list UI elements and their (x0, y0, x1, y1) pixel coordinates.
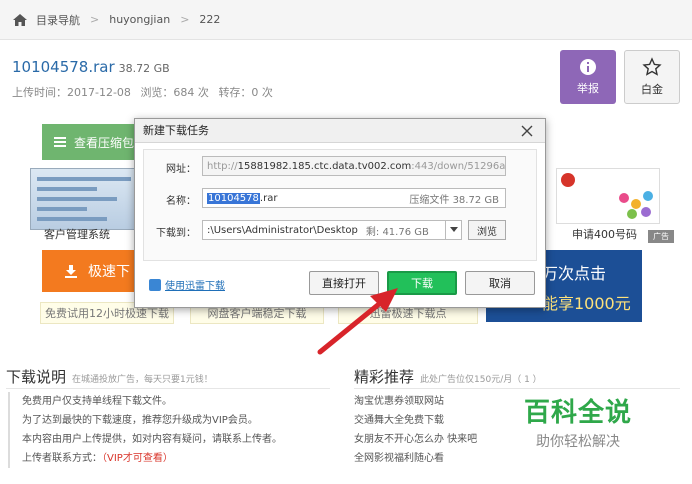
notes-line: 免费用户仅支持单线程下载文件。 (22, 396, 172, 407)
name-selected-text: 10104578 (207, 192, 260, 204)
telecom-ad-image[interactable] (556, 168, 660, 224)
dialog-title: 新建下载任务 (135, 119, 545, 143)
watermark-title: 百科全说 (523, 398, 632, 428)
fast-download-label: 极速下 (88, 264, 130, 280)
notes-line: 为了达到最快的下载速度，推荐您升级成为VIP会员。 (22, 415, 258, 426)
breadcrumb-home[interactable]: 目录导航 (36, 12, 80, 28)
uploader-contact: 上传者联系方式：（VIP才可查看） (22, 449, 328, 468)
watermark-subtitle: 助你轻松解决 (536, 434, 620, 450)
contact-label: 上传者联系方式： (22, 453, 102, 464)
caret-down-icon (449, 227, 458, 232)
xunlei-icon (149, 278, 161, 291)
download-icon (65, 265, 77, 278)
name-label: 名称： (166, 196, 196, 207)
fast-download-button[interactable]: 极速下 (42, 250, 142, 292)
download-notes-list: 免费用户仅支持单线程下载文件。 为了达到最快的下载速度，推荐您升级成为VIP会员… (8, 392, 328, 468)
use-xunlei-link[interactable]: 使用迅雷下载 (149, 277, 225, 292)
breadcrumb-separator: > (180, 13, 190, 26)
recommend-list: 淘宝优惠券领取网站 交通舞大全免费下载 女朋友不开心怎么办 快来吧 全网影视福利… (354, 392, 514, 468)
promo-ad-line2: 能享1000元 (542, 294, 631, 313)
path-label: 下载到： (156, 228, 196, 239)
recommend-title: 精彩推荐 (354, 368, 415, 386)
browse-button[interactable]: 浏览 (468, 220, 506, 240)
compress-view-label: 查看压缩包 (74, 135, 135, 150)
ad-badge: 广告 (648, 230, 674, 243)
file-type-size: 压缩文件 38.72 GB (409, 194, 499, 206)
dialog-form: 网址： http://15881982.185.ctc.data.tv002.c… (143, 149, 537, 261)
path-dropdown[interactable] (446, 220, 462, 240)
upload-time: 上传时间：2017-12-08 (12, 86, 131, 99)
name-extension: .rar (259, 192, 278, 204)
name-field[interactable]: 10104578 .rar 压缩文件 38.72 GB (202, 188, 506, 208)
file-size: 38.72 GB (118, 62, 170, 75)
watermark: 百科全说 助你轻松解决 (516, 392, 640, 451)
red-arrow-annotation (317, 288, 398, 355)
use-xunlei-label: 使用迅雷下载 (165, 281, 225, 292)
url-tail: :443/down/51296a0 (411, 160, 506, 172)
file-title: 10104578.rar 38.72 GB (12, 58, 170, 76)
cancel-button[interactable]: 取消 (465, 271, 535, 295)
info-icon (580, 59, 596, 75)
vip-link[interactable]: （VIP才可查看） (102, 453, 173, 464)
url-host: 15881982.185.ctc.data.tv002.com (237, 160, 412, 172)
recommend-item[interactable]: 交通舞大全免费下载 (354, 411, 514, 430)
section-divider (6, 388, 330, 389)
download-notes-note[interactable]: 在城通投放广告，每天只要1元钱！ (72, 375, 213, 385)
close-icon[interactable] (519, 123, 535, 139)
download-notes-heading: 下载说明 在城通投放广告，每天只要1元钱！ (6, 366, 213, 387)
url-label: 网址： (166, 164, 196, 175)
breadcrumb-user[interactable]: huyongjian (109, 13, 170, 26)
recommend-heading: 精彩推荐 此处广告位仅150元/月（ 1 ） (354, 366, 542, 387)
file-name: 10104578.rar (12, 58, 115, 76)
page: 目录导航 > huyongjian > 222 10104578.rar 38.7… (0, 0, 692, 484)
home-icon[interactable] (12, 13, 28, 27)
report-label: 举报 (577, 82, 599, 95)
download-notes-title: 下载说明 (6, 368, 67, 386)
recommend-item[interactable]: 女朋友不开心怎么办 快来吧 (354, 430, 514, 449)
star-icon (642, 57, 662, 76)
section-divider (354, 388, 680, 389)
telecom-logo (561, 173, 575, 187)
telecom-ad-label[interactable]: 申请400号码 (572, 226, 637, 242)
save-path-field[interactable]: :\Users\Administrator\Desktop 剩: 41.76 GB (202, 220, 446, 240)
list-icon (54, 137, 66, 147)
crm-ad-image[interactable] (30, 168, 138, 230)
recommend-item[interactable]: 全网影视福利随心看 (354, 449, 514, 468)
save-path: :\Users\Administrator\Desktop (207, 224, 358, 236)
view-count: 浏览：684 次 (140, 86, 209, 99)
url-prefix: http:// (207, 160, 238, 172)
recommend-note[interactable]: 此处广告位仅150元/月（ 1 ） (420, 375, 542, 385)
compress-view-tab[interactable]: 查看压缩包 (42, 124, 140, 160)
url-field[interactable]: http://15881982.185.ctc.data.tv002.com:4… (202, 156, 506, 176)
file-meta: 上传时间：2017-12-08 浏览：684 次 转存：0 次 (12, 84, 279, 100)
save-count: 转存：0 次 (218, 86, 273, 99)
promo-ad-line1: 万次点击 (542, 264, 607, 283)
breadcrumb-folder[interactable]: 222 (199, 13, 220, 26)
breadcrumb-separator: > (90, 13, 100, 26)
free-space: 剩: 41.76 GB (365, 226, 429, 238)
favorite-label: 白金 (641, 83, 663, 96)
breadcrumb: 目录导航 > huyongjian > 222 (0, 0, 692, 40)
report-button[interactable]: 举报 (560, 50, 616, 104)
recommend-item[interactable]: 淘宝优惠券领取网站 (354, 392, 514, 411)
crm-ad-label[interactable]: 客户管理系统 (44, 226, 110, 242)
favorite-button[interactable]: 白金 (624, 50, 680, 104)
notes-line: 本内容由用户上传提供，如对内容有疑问，请联系上传者。 (22, 434, 282, 445)
